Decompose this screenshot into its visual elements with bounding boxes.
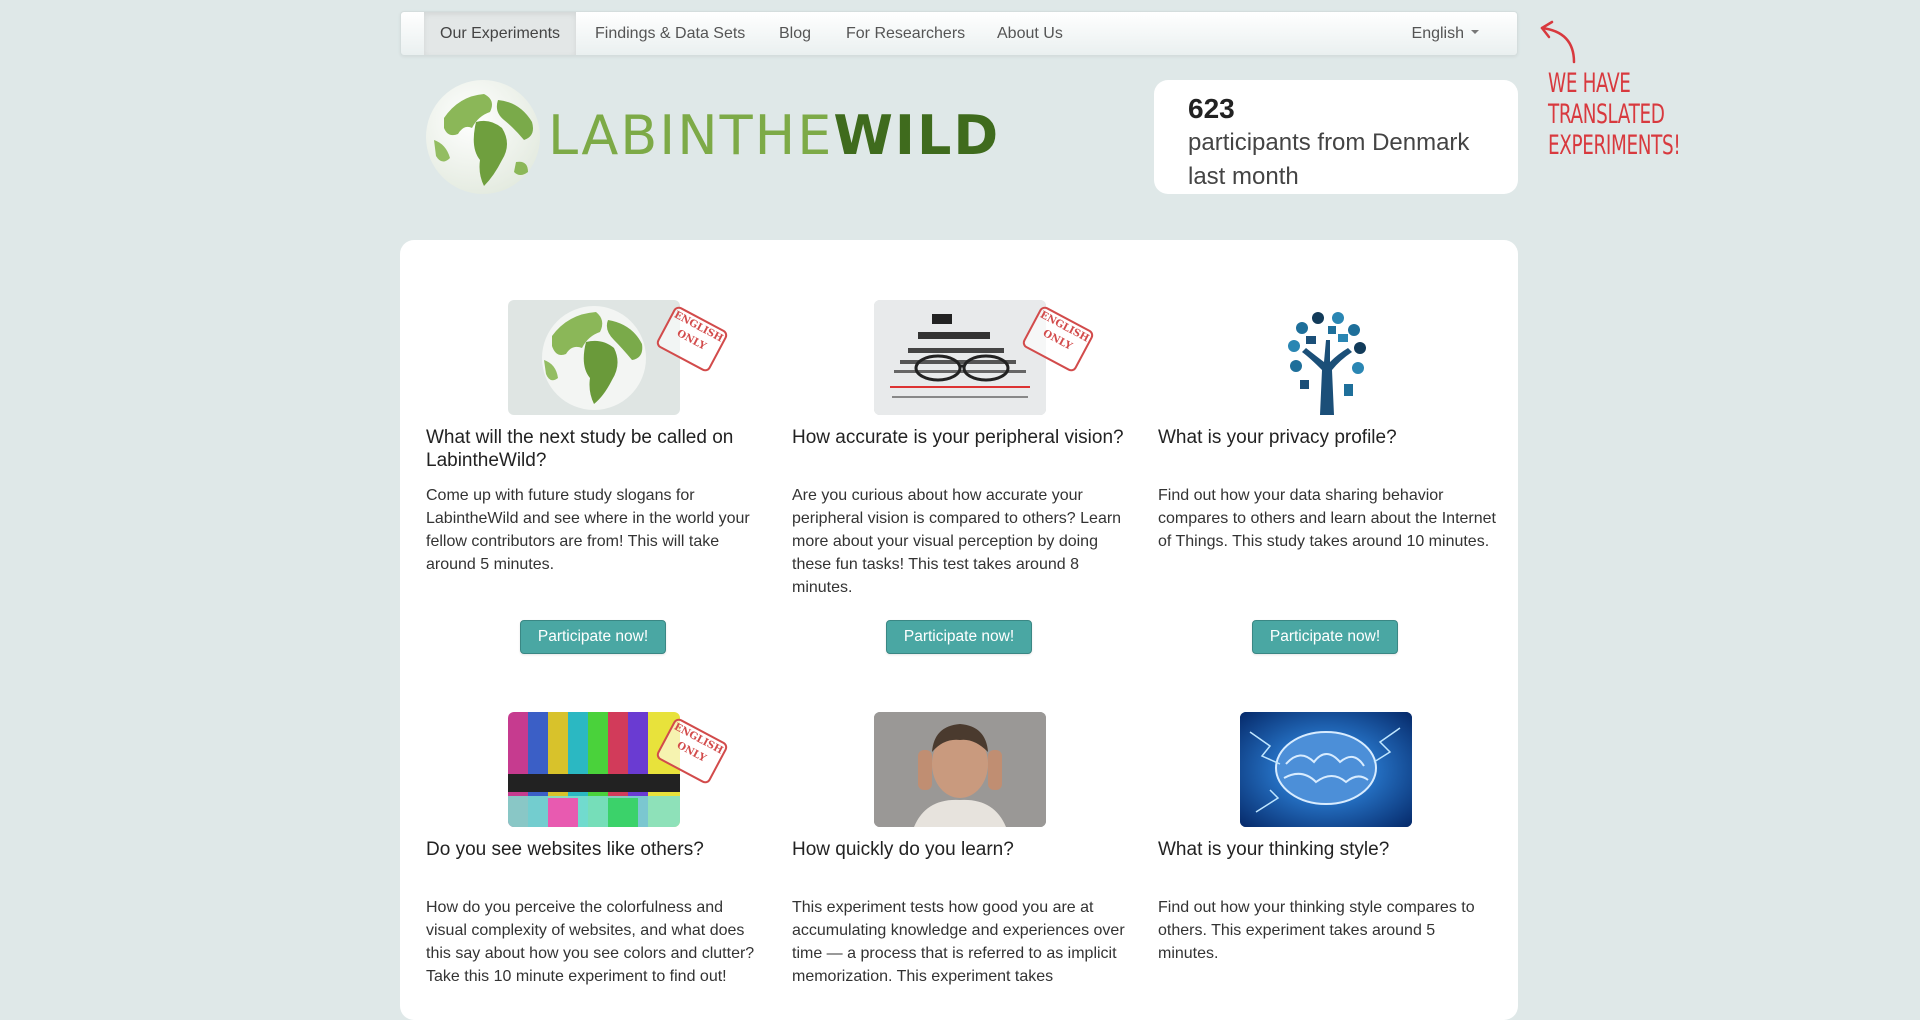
tv-test-pattern-image[interactable]: [508, 712, 680, 827]
nav-blog[interactable]: Blog: [763, 12, 827, 55]
participant-count: 623: [1188, 93, 1235, 124]
participate-button[interactable]: Participate now!: [520, 620, 666, 654]
annotation-line: TRANSLATED: [1548, 99, 1665, 130]
logo-text-lab: LABINTHE: [548, 104, 834, 167]
experiment-description: How do you perceive the colorfulness and…: [426, 899, 755, 985]
eye-chart-icon: [874, 300, 1046, 415]
nav-our-experiments[interactable]: Our Experiments: [424, 12, 577, 55]
site-logo[interactable]: LABINTHEWILD: [424, 78, 998, 196]
experiment-description: Find out how your thinking style compare…: [1158, 899, 1475, 962]
language-dropdown[interactable]: English: [1412, 12, 1479, 55]
logo-text-wild: WILD: [833, 104, 1001, 167]
experiment-description: Find out how your data sharing behavior …: [1158, 487, 1496, 550]
globe-logo-icon: [426, 80, 540, 194]
experiment-title[interactable]: How quickly do you learn?: [792, 838, 1132, 861]
experiment-title[interactable]: What will the next study be called on La…: [426, 426, 766, 472]
curved-arrow-icon: [1540, 20, 1576, 64]
eye-chart-image[interactable]: [874, 300, 1046, 415]
experiments-panel: ENGLISH ONLY What will the next study be…: [400, 240, 1518, 1020]
language-label: English: [1411, 25, 1464, 42]
thinking-man-icon: [874, 712, 1046, 827]
brain-image[interactable]: [1240, 712, 1412, 827]
annotation-line: EXPERIMENTS!: [1548, 130, 1681, 161]
thinking-man-image[interactable]: [874, 712, 1046, 827]
logo-wordmark: LABINTHEWILD: [548, 104, 1000, 167]
globe-icon: [542, 306, 646, 410]
experiment-title[interactable]: Do you see websites like others?: [426, 838, 766, 861]
test-pattern-icon: [508, 712, 680, 827]
caret-down-icon: [1471, 29, 1479, 34]
nav-about-us[interactable]: About Us: [981, 12, 1079, 55]
participate-button[interactable]: Participate now!: [886, 620, 1032, 654]
participate-button[interactable]: Participate now!: [1252, 620, 1398, 654]
translated-experiments-annotation: WE HAVE TRANSLATED EXPERIMENTS!: [1548, 68, 1681, 161]
participant-stats-box: 623 participants from Denmark last month: [1154, 80, 1518, 194]
experiment-title[interactable]: What is your privacy profile?: [1158, 426, 1498, 449]
nav-for-researchers[interactable]: For Researchers: [830, 12, 981, 55]
globe-image[interactable]: [508, 300, 680, 415]
nav-findings-data-sets[interactable]: Findings & Data Sets: [579, 12, 761, 55]
experiment-description: Are you curious about how accurate your …: [792, 487, 1122, 596]
experiment-title[interactable]: How accurate is your peripheral vision?: [792, 426, 1132, 449]
experiment-description: This experiment tests how good you are a…: [792, 899, 1125, 985]
privacy-tree-icon: [1288, 312, 1366, 415]
brain-icon: [1240, 712, 1412, 827]
participant-stats-text: participants from Denmark last month: [1188, 129, 1470, 190]
experiment-description: Come up with future study slogans for La…: [426, 487, 750, 573]
annotation-line: WE HAVE: [1548, 68, 1631, 99]
privacy-tree-image[interactable]: [1240, 300, 1412, 415]
top-navbar: Our Experiments Findings & Data Sets Blo…: [400, 11, 1518, 56]
experiment-title[interactable]: What is your thinking style?: [1158, 838, 1498, 861]
